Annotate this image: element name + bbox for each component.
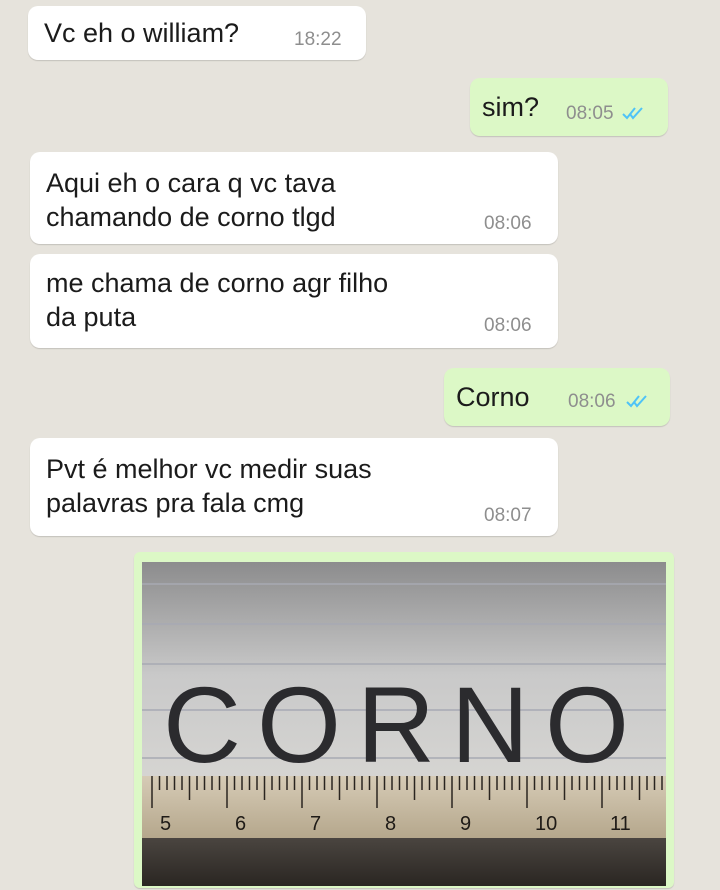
image-message-bubble[interactable]: CORNO 5 6 7 8 9 10 11: [134, 552, 674, 888]
ruler-number: 6: [235, 813, 246, 835]
message-bubble-outgoing[interactable]: sim? 08:05: [470, 78, 668, 136]
message-text: Pvt é melhor vc medir suas palavras pra …: [46, 454, 372, 518]
message-text: Aqui eh o cara q vc tava chamando de cor…: [46, 168, 336, 232]
read-ticks-icon: [622, 107, 643, 120]
message-text: me chama de corno agr filho da puta: [46, 268, 389, 332]
message-bubble-outgoing[interactable]: Corno 08:06: [444, 368, 670, 426]
read-ticks-icon: [626, 395, 647, 408]
message-text: sim?: [482, 92, 540, 122]
photo-graphic: CORNO 5 6 7 8 9 10 11: [142, 562, 666, 886]
photo-handwritten-ruler[interactable]: CORNO 5 6 7 8 9 10 11: [142, 562, 666, 886]
ruler-number: 10: [535, 813, 557, 835]
message-time: 08:07: [484, 505, 532, 526]
ruler-number: 9: [460, 813, 471, 835]
message-text: Corno: [456, 382, 530, 412]
handwritten-word: CORNO: [163, 664, 645, 785]
message-bubble-incoming[interactable]: Vc eh o william? 18:22: [28, 6, 366, 60]
message-time: 08:05: [566, 103, 614, 124]
ruler-number: 8: [385, 813, 396, 835]
message-time: 18:22: [294, 29, 342, 50]
message-bubble-incoming[interactable]: Pvt é melhor vc medir suas palavras pra …: [30, 438, 558, 536]
message-time: 08:06: [484, 315, 532, 336]
ruler-number: 5: [160, 813, 171, 835]
message-time: 08:06: [484, 213, 532, 234]
ruler-number: 7: [310, 813, 321, 835]
message-bubble-incoming[interactable]: me chama de corno agr filho da puta 08:0…: [30, 254, 558, 348]
message-time: 08:06: [568, 391, 616, 412]
message-bubble-incoming[interactable]: Aqui eh o cara q vc tava chamando de cor…: [30, 152, 558, 244]
ruler-number: 11: [610, 813, 631, 835]
message-text: Vc eh o william?: [44, 18, 240, 48]
chat-area: Vc eh o william? 18:22 sim? 08:05 Aqui e…: [0, 0, 720, 890]
